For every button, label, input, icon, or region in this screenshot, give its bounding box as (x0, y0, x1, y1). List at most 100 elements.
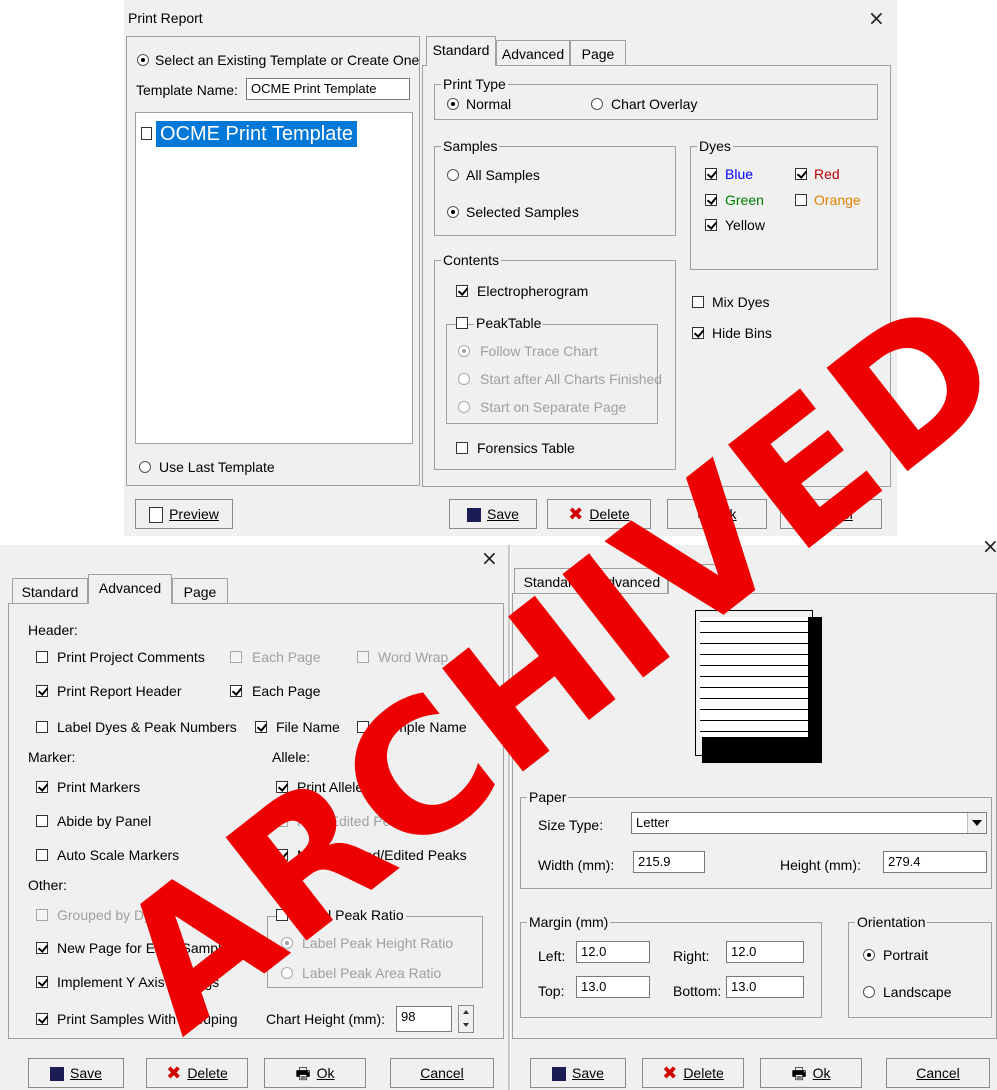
file-name-checkbox[interactable] (255, 721, 267, 733)
template-name-label: Template Name: (136, 82, 238, 98)
forensics-table-checkbox[interactable] (456, 442, 468, 454)
sample-name-label: Sample Name (378, 719, 467, 735)
print-alleles-checkbox[interactable] (276, 781, 288, 793)
start-after-radio[interactable] (458, 373, 470, 385)
orientation-title: Orientation (855, 914, 928, 930)
all-samples-radio[interactable] (447, 169, 459, 181)
landscape-label: Landscape (883, 984, 952, 1000)
hide-bins-checkbox[interactable] (692, 327, 704, 339)
peak-table-checkbox[interactable] (456, 317, 468, 329)
chart-height-input[interactable]: 98 (396, 1006, 452, 1032)
green-dye-checkbox[interactable] (705, 194, 717, 206)
template-list[interactable] (135, 112, 413, 444)
allele-section-label: Allele: (272, 749, 311, 765)
implement-y-checkbox[interactable] (36, 976, 48, 988)
print-report-header-checkbox[interactable] (36, 685, 48, 697)
orange-dye-checkbox[interactable] (795, 194, 807, 206)
height-input[interactable]: 279.4 (883, 851, 987, 873)
stepper-up-icon[interactable] (463, 1010, 469, 1014)
mark-deleted-checkbox[interactable] (276, 849, 288, 861)
template-list-item[interactable]: OCME Print Template (156, 121, 358, 147)
stepper-down-icon[interactable] (463, 1023, 469, 1027)
selected-samples-label: Selected Samples (466, 204, 579, 220)
tab-page[interactable]: Page (172, 578, 228, 604)
selected-samples-radio[interactable] (447, 206, 459, 218)
each-page-1-checkbox[interactable] (230, 651, 242, 663)
print-grouping-checkbox[interactable] (36, 1013, 48, 1025)
chart-height-stepper[interactable] (458, 1005, 474, 1033)
auto-scale-checkbox[interactable] (36, 849, 48, 861)
cancel-button[interactable]: Cancel (780, 499, 882, 529)
normal-radio[interactable] (447, 98, 459, 110)
portrait-radio[interactable] (863, 949, 875, 961)
follow-trace-radio[interactable] (458, 345, 470, 357)
ok-button[interactable]: 🖶 Ok (667, 499, 767, 529)
abide-by-panel-checkbox[interactable] (36, 815, 48, 827)
red-dye-checkbox[interactable] (795, 168, 807, 180)
chart-overlay-radio[interactable] (591, 98, 603, 110)
landscape-radio[interactable] (863, 986, 875, 998)
mix-dyes-checkbox[interactable] (692, 296, 704, 308)
bottom-margin-input[interactable]: 13.0 (726, 976, 804, 998)
label-peak-ratio-label: Label Peak Ratio (295, 907, 406, 923)
cancel-button[interactable]: Cancel (390, 1058, 494, 1088)
label-dyes-label: Label Dyes & Peak Numbers (57, 719, 237, 735)
new-page-checkbox[interactable] (36, 942, 48, 954)
abide-by-panel-label: Abide by Panel (57, 813, 152, 829)
save-button[interactable]: Save (28, 1058, 124, 1088)
peak-height-ratio-radio[interactable] (281, 937, 293, 949)
delete-button[interactable]: ✖ Delete (642, 1058, 744, 1088)
left-margin-input[interactable]: 12.0 (576, 941, 650, 963)
peak-area-ratio-radio[interactable] (281, 967, 293, 979)
top-margin-input[interactable]: 13.0 (576, 976, 650, 998)
tab-advanced[interactable]: Advanced (590, 568, 668, 594)
sample-name-checkbox[interactable] (357, 721, 369, 733)
preview-icon (149, 507, 164, 524)
yellow-dye-checkbox[interactable] (705, 219, 717, 231)
save-icon (50, 1067, 65, 1082)
each-page-2-checkbox[interactable] (230, 685, 242, 697)
width-input[interactable]: 215.9 (633, 851, 705, 873)
all-samples-label: All Samples (466, 167, 540, 183)
label-dyes-checkbox[interactable] (36, 721, 48, 733)
print-markers-checkbox[interactable] (36, 781, 48, 793)
close-icon[interactable]: × (868, 8, 885, 28)
tab-standard[interactable]: Standard (426, 36, 496, 66)
ok-button[interactable]: 🖶 Ok (264, 1058, 366, 1088)
word-wrap-checkbox[interactable] (357, 651, 369, 663)
tab-advanced[interactable]: Advanced (496, 40, 570, 66)
printer-icon: 🖶 (295, 1064, 311, 1084)
save-button[interactable]: Save (449, 499, 537, 529)
use-last-template-radio[interactable] (139, 461, 151, 473)
size-type-dropdown[interactable] (967, 813, 985, 833)
tab-standard[interactable]: Standard (514, 568, 590, 594)
size-type-select[interactable]: Letter (631, 812, 987, 834)
implement-y-label: Implement Y Axis Settings (57, 974, 220, 990)
tab-advanced[interactable]: Advanced (88, 574, 172, 604)
save-button[interactable]: Save (530, 1058, 626, 1088)
print-project-comments-checkbox[interactable] (36, 651, 48, 663)
separate-page-radio[interactable] (458, 401, 470, 413)
preview-button[interactable]: Preview (135, 499, 233, 529)
print-edited-checkbox[interactable] (276, 815, 288, 827)
electropherogram-checkbox[interactable] (456, 285, 468, 297)
template-name-input[interactable]: OCME Print Template (246, 78, 410, 100)
grouped-by-dye-checkbox[interactable] (36, 909, 48, 921)
header-section-label: Header: (28, 622, 78, 638)
auto-scale-label: Auto Scale Markers (57, 847, 180, 863)
electropherogram-label: Electropherogram (477, 283, 589, 299)
tab-page[interactable]: Page (570, 40, 626, 66)
right-margin-input[interactable]: 12.0 (726, 941, 804, 963)
tab-standard[interactable]: Standard (12, 578, 88, 604)
close-icon[interactable]: × (982, 536, 997, 556)
blue-dye-checkbox[interactable] (705, 168, 717, 180)
close-icon[interactable]: × (481, 548, 498, 568)
select-template-radio[interactable] (137, 54, 149, 66)
delete-button[interactable]: ✖ Delete (146, 1058, 248, 1088)
ok-button[interactable]: 🖶 Ok (760, 1058, 862, 1088)
label-peak-ratio-checkbox[interactable] (276, 909, 288, 921)
cancel-button[interactable]: Cancel (886, 1058, 990, 1088)
mix-dyes-label: Mix Dyes (712, 294, 770, 310)
delete-button[interactable]: ✖ Delete (547, 499, 651, 529)
tab-page[interactable]: Page (668, 564, 728, 594)
